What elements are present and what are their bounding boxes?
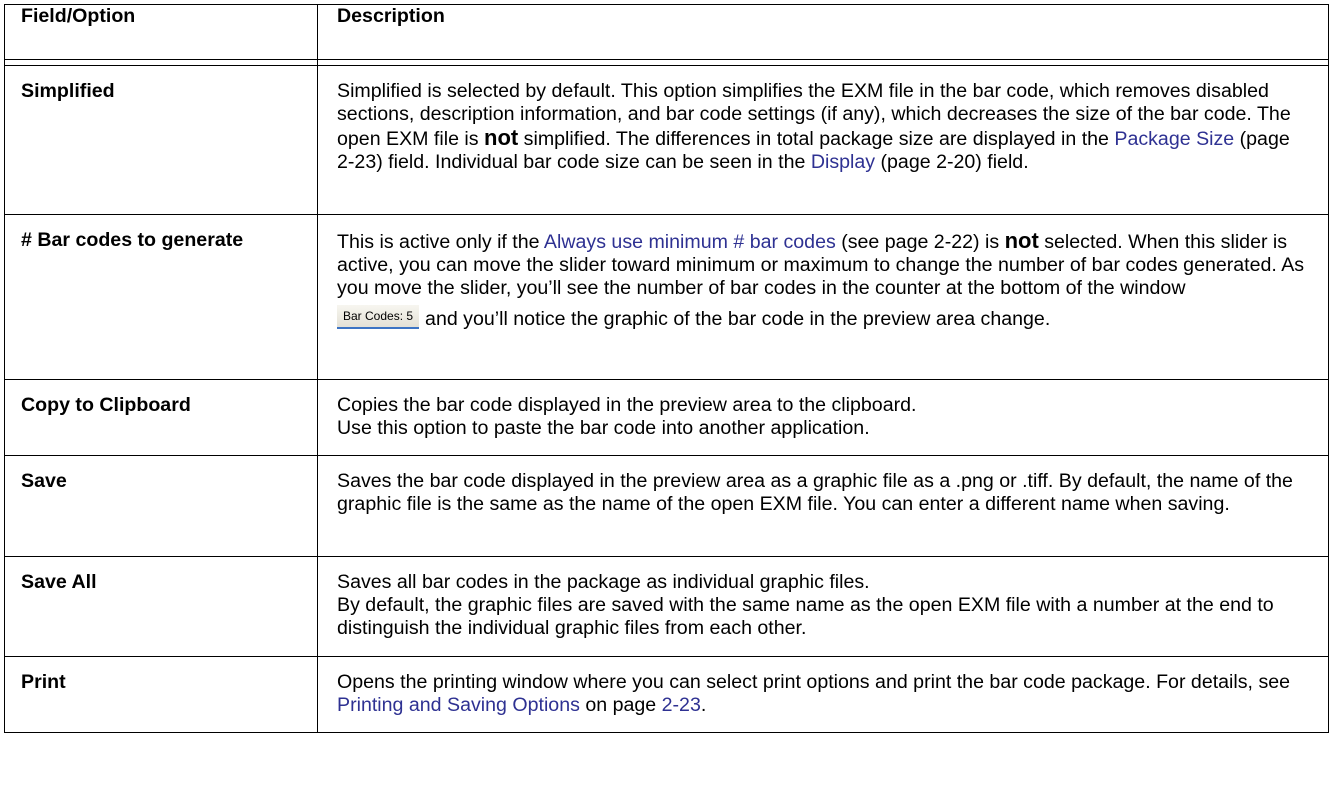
description-text: Opens the printing window where you can … xyxy=(318,657,1328,730)
desc-text: and you’ll notice the graphic of the bar… xyxy=(425,308,1051,331)
field-name: Save All xyxy=(21,571,97,593)
bar-codes-counter-badge: Bar Codes: 5 xyxy=(337,305,420,329)
emphasis-text: not xyxy=(484,125,519,150)
page-2-23-link[interactable]: 2-23 xyxy=(662,694,701,716)
field-option-table: Field/Option Description Simplified Simp… xyxy=(4,4,1329,733)
row-field-cell: # Bar codes to generate xyxy=(4,214,318,380)
table-header-row: Field/Option Description xyxy=(4,4,1329,60)
display-link[interactable]: Display xyxy=(811,151,875,173)
desc-text: on page xyxy=(579,694,662,716)
description-text: Saves the bar code displayed in the prev… xyxy=(337,470,1293,515)
header-field-option: Field/Option xyxy=(4,4,318,60)
table-row: Print Opens the printing window where yo… xyxy=(4,656,1329,733)
row-description-cell: Simplified is selected by default. This … xyxy=(317,65,1329,215)
row-description-cell: Opens the printing window where you can … xyxy=(317,656,1329,733)
row-field-cell: Save All xyxy=(4,556,318,657)
table-row: # Bar codes to generate This is active o… xyxy=(4,214,1329,380)
printing-and-saving-options-link[interactable]: Printing and Saving Options xyxy=(337,694,580,716)
row-description-cell: Saves all bar codes in the package as in… xyxy=(317,556,1329,657)
desc-text: . xyxy=(700,694,707,716)
description-text: This is active only if the Always use mi… xyxy=(318,215,1328,345)
header-field-option-text: Field/Option xyxy=(21,5,136,27)
field-name: Copy to Clipboard xyxy=(21,394,191,416)
table-row: Copy to Clipboard Copies the bar code di… xyxy=(4,379,1329,456)
description-text: Copies the bar code displayed in the pre… xyxy=(318,380,1328,453)
desc-line: By default, the graphic files are saved … xyxy=(337,594,1274,639)
row-description-cell: Saves the bar code displayed in the prev… xyxy=(317,455,1329,557)
always-use-minimum-link[interactable]: Always use minimum # bar codes xyxy=(544,231,836,253)
description-text: Simplified is selected by default. This … xyxy=(318,66,1328,187)
desc-text: (see page 2-22) is xyxy=(835,231,1005,253)
row-field-cell: Save xyxy=(4,455,318,557)
desc-text: This is active only if the xyxy=(337,231,544,253)
description-text: Saves all bar codes in the package as in… xyxy=(318,557,1328,653)
header-description: Description xyxy=(317,4,1329,60)
table-row: Save Saves the bar code displayed in the… xyxy=(4,455,1329,557)
field-name: Print xyxy=(21,671,66,693)
desc-text: (page 2-20) field. xyxy=(875,151,1029,173)
table-row: Save All Saves all bar codes in the pack… xyxy=(4,556,1329,657)
field-name: # Bar codes to generate xyxy=(21,229,244,251)
row-field-cell: Copy to Clipboard xyxy=(4,379,318,456)
desc-line: Copies the bar code displayed in the pre… xyxy=(337,394,917,416)
row-field-cell: Simplified xyxy=(4,65,318,215)
desc-text: simplified. The differences in total pac… xyxy=(518,128,1115,150)
row-description-cell: This is active only if the Always use mi… xyxy=(317,214,1329,380)
table-row: Simplified Simplified is selected by def… xyxy=(4,65,1329,215)
header-description-text: Description xyxy=(337,5,445,27)
field-name: Save xyxy=(21,470,67,492)
desc-line: Saves all bar codes in the package as in… xyxy=(337,571,870,593)
row-description-cell: Copies the bar code displayed in the pre… xyxy=(317,379,1329,456)
row-field-cell: Print xyxy=(4,656,318,733)
field-name: Simplified xyxy=(21,80,115,102)
emphasis-text: not xyxy=(1004,228,1039,253)
package-size-link[interactable]: Package Size xyxy=(1114,128,1234,150)
desc-text: Opens the printing window where you can … xyxy=(337,671,1291,693)
desc-line: Use this option to paste the bar code in… xyxy=(337,417,870,439)
